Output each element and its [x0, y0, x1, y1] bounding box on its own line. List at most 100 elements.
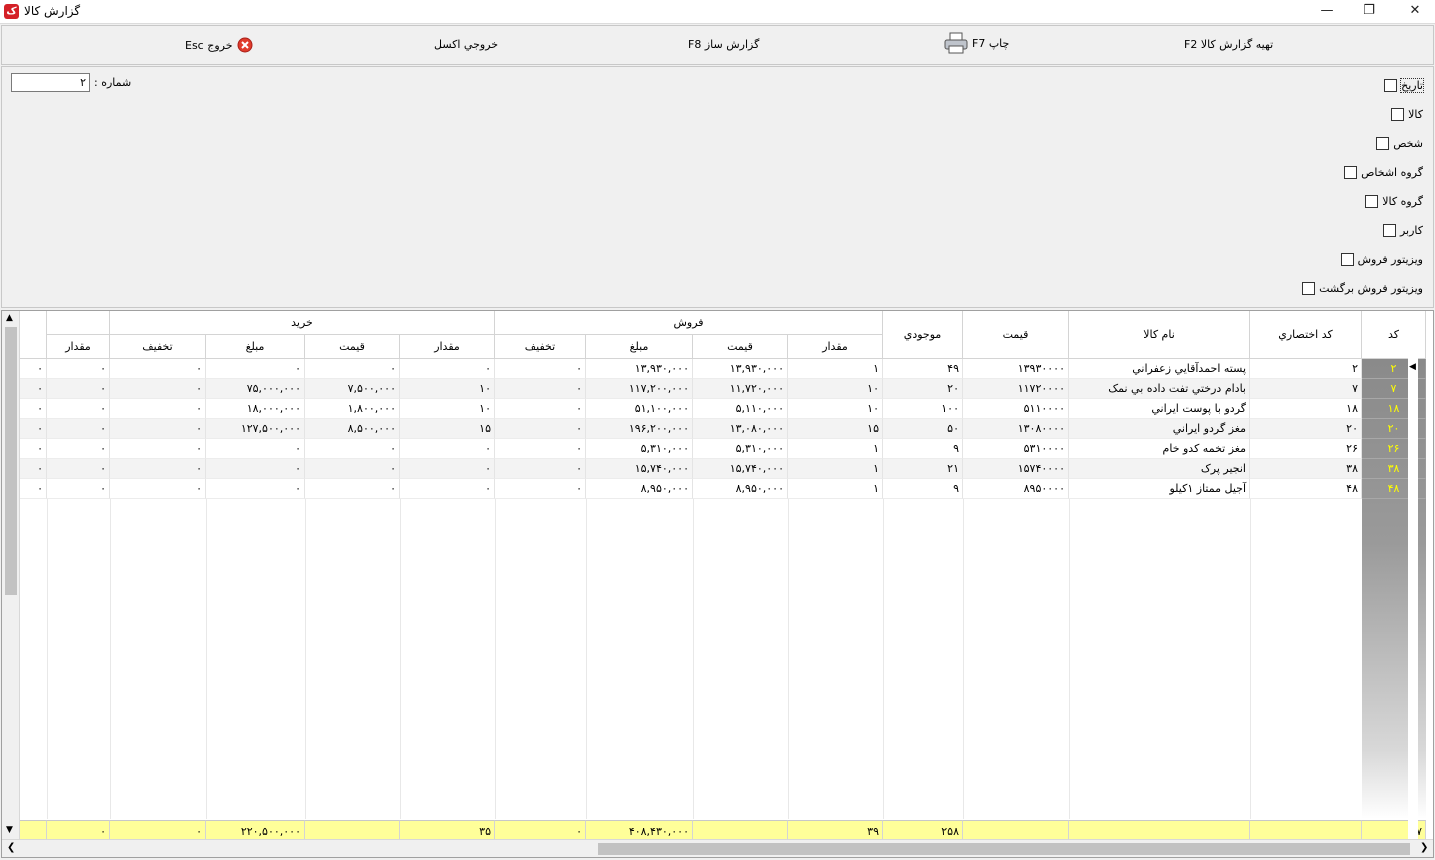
header-return-qty[interactable]: مقدار: [47, 335, 110, 359]
checkbox-box[interactable]: [1340, 252, 1354, 266]
header-sales-discount[interactable]: تخفیف: [495, 335, 586, 359]
cell-name[interactable]: انجير پرک: [1069, 459, 1250, 479]
cell-p-disc[interactable]: ۰: [110, 459, 206, 479]
cell-name[interactable]: بادام درختي تفت داده بي نمک: [1069, 379, 1250, 399]
cell-p-amount[interactable]: ۰: [206, 479, 305, 499]
cell-s-disc[interactable]: ۰: [495, 399, 586, 419]
cell-s-price[interactable]: ۱۳,۹۳۰,۰۰۰: [693, 359, 788, 379]
cell-r-qty[interactable]: ۰: [47, 419, 110, 439]
cell-short[interactable]: ۳۸: [1250, 459, 1362, 479]
cell-p-qty[interactable]: ۰: [400, 439, 495, 459]
cell-name[interactable]: گردو با پوست ايراني: [1069, 399, 1250, 419]
cell-s-price[interactable]: ۵,۳۱۰,۰۰۰: [693, 439, 788, 459]
cell-p-amount[interactable]: ۱۸,۰۰۰,۰۰۰: [206, 399, 305, 419]
cell-short[interactable]: ۷: [1250, 379, 1362, 399]
cell-stock[interactable]: ۴۹: [883, 359, 963, 379]
cell-short[interactable]: ۲۶: [1250, 439, 1362, 459]
filter-return-visitor-checkbox[interactable]: ویزیتور فروش برگشت: [1302, 280, 1423, 296]
checkbox-box[interactable]: [1302, 281, 1316, 295]
cell-price[interactable]: ۵۱۱۰۰۰۰: [963, 399, 1069, 419]
cell-short[interactable]: ۱۸: [1250, 399, 1362, 419]
header-purchase-qty[interactable]: مقدار: [400, 335, 495, 359]
cell-r-qty[interactable]: ۰: [47, 439, 110, 459]
cell-stock[interactable]: ۵۰: [883, 419, 963, 439]
cell-s-disc[interactable]: ۰: [495, 459, 586, 479]
filter-sales-visitor-checkbox[interactable]: ویزیتور فروش: [1340, 251, 1423, 267]
cell-s-amount[interactable]: ۸,۹۵۰,۰۰۰: [586, 479, 693, 499]
cell-s-qty[interactable]: ۱: [788, 359, 883, 379]
cell-p-disc[interactable]: ۰: [110, 419, 206, 439]
cell-price[interactable]: ۸۹۵۰۰۰۰: [963, 479, 1069, 499]
cell-p-price[interactable]: ۰: [305, 439, 400, 459]
cell-p-amount[interactable]: ۰: [206, 439, 305, 459]
cell-name[interactable]: مغز تخمه کدو خام: [1069, 439, 1250, 459]
cell-s-qty[interactable]: ۱: [788, 479, 883, 499]
cell-p-price[interactable]: ۸,۵۰۰,۰۰۰: [305, 419, 400, 439]
cell-stock[interactable]: ۹: [883, 439, 963, 459]
scroll-down-icon[interactable]: ▼: [6, 825, 13, 835]
cell-name[interactable]: مغز گردو ايراني: [1069, 419, 1250, 439]
cell-p-price[interactable]: ۰: [305, 479, 400, 499]
cell-s-price[interactable]: ۵,۱۱۰,۰۰۰: [693, 399, 788, 419]
cell-price[interactable]: ۱۳۹۳۰۰۰۰: [963, 359, 1069, 379]
filter-item-group-checkbox[interactable]: گروه کالا: [1365, 193, 1423, 209]
cell-p-qty[interactable]: ۰: [400, 479, 495, 499]
cell-p-disc[interactable]: ۰: [110, 479, 206, 499]
header-sales-price[interactable]: قيمت: [693, 335, 788, 359]
header-purchase-price[interactable]: قيمت: [305, 335, 400, 359]
cell-r-x[interactable]: ۰: [20, 459, 47, 479]
cell-s-disc[interactable]: ۰: [495, 439, 586, 459]
cell-r-x[interactable]: ۰: [20, 399, 47, 419]
cell-r-qty[interactable]: ۰: [47, 359, 110, 379]
checkbox-box[interactable]: [1344, 165, 1358, 179]
cell-p-qty[interactable]: ۱۰: [400, 399, 495, 419]
cell-price[interactable]: ۵۳۱۰۰۰۰: [963, 439, 1069, 459]
excel-export-button[interactable]: خروجي اکسل: [434, 38, 498, 51]
cell-s-disc[interactable]: ۰: [495, 379, 586, 399]
cell-r-qty[interactable]: ۰: [47, 459, 110, 479]
checkbox-box[interactable]: [1365, 194, 1379, 208]
cell-r-x[interactable]: ۰: [20, 359, 47, 379]
cell-r-x[interactable]: ۰: [20, 419, 47, 439]
cell-s-price[interactable]: ۱۱,۷۲۰,۰۰۰: [693, 379, 788, 399]
cell-p-disc[interactable]: ۰: [110, 379, 206, 399]
cell-r-x[interactable]: ۰: [20, 479, 47, 499]
cell-p-qty[interactable]: ۱۵: [400, 419, 495, 439]
cell-s-amount[interactable]: ۱۳,۹۳۰,۰۰۰: [586, 359, 693, 379]
cell-p-price[interactable]: ۰: [305, 459, 400, 479]
vertical-scroll-thumb[interactable]: [5, 327, 17, 595]
cell-s-disc[interactable]: ۰: [495, 419, 586, 439]
cell-p-amount[interactable]: ۱۲۷,۵۰۰,۰۰۰: [206, 419, 305, 439]
cell-r-qty[interactable]: ۰: [47, 479, 110, 499]
cell-s-price[interactable]: ۸,۹۵۰,۰۰۰: [693, 479, 788, 499]
cell-r-x[interactable]: ۰: [20, 379, 47, 399]
cell-p-amount[interactable]: ۰: [206, 359, 305, 379]
report-builder-button[interactable]: گزارش ساز F8: [688, 38, 759, 51]
cell-r-x[interactable]: ۰: [20, 439, 47, 459]
checkbox-box[interactable]: [1376, 136, 1390, 150]
print-button[interactable]: چاپ F7: [943, 32, 1009, 54]
cell-s-amount[interactable]: ۱۱۷,۲۰۰,۰۰۰: [586, 379, 693, 399]
horizontal-scroll-thumb[interactable]: [598, 843, 1410, 855]
exit-button[interactable]: خروج Esc: [185, 37, 253, 53]
cell-s-amount[interactable]: ۵۱,۱۰۰,۰۰۰: [586, 399, 693, 419]
cell-name[interactable]: آجیل ممتاز ۱کیلو: [1069, 479, 1250, 499]
cell-p-price[interactable]: ۱,۸۰۰,۰۰۰: [305, 399, 400, 419]
cell-p-qty[interactable]: ۱۰: [400, 379, 495, 399]
number-input[interactable]: ۲: [11, 73, 90, 92]
cell-s-amount[interactable]: ۵,۳۱۰,۰۰۰: [586, 439, 693, 459]
header-price[interactable]: قيمت: [963, 311, 1069, 359]
header-short-code[interactable]: کد اختصاري: [1250, 311, 1362, 359]
header-sales-amount[interactable]: مبلغ: [586, 335, 693, 359]
cell-price[interactable]: ۱۳۰۸۰۰۰۰: [963, 419, 1069, 439]
scroll-up-icon[interactable]: ▲: [6, 313, 13, 323]
cell-stock[interactable]: ۲۰: [883, 379, 963, 399]
cell-name[interactable]: پسته احمدآقايي زعفراني: [1069, 359, 1250, 379]
header-sales-qty[interactable]: مقدار: [788, 335, 883, 359]
cell-stock[interactable]: ۲۱: [883, 459, 963, 479]
checkbox-box[interactable]: [1391, 107, 1405, 121]
cell-r-qty[interactable]: ۰: [47, 399, 110, 419]
cell-s-qty[interactable]: ۱: [788, 459, 883, 479]
checkbox-box[interactable]: [1384, 78, 1398, 92]
cell-p-qty[interactable]: ۰: [400, 359, 495, 379]
